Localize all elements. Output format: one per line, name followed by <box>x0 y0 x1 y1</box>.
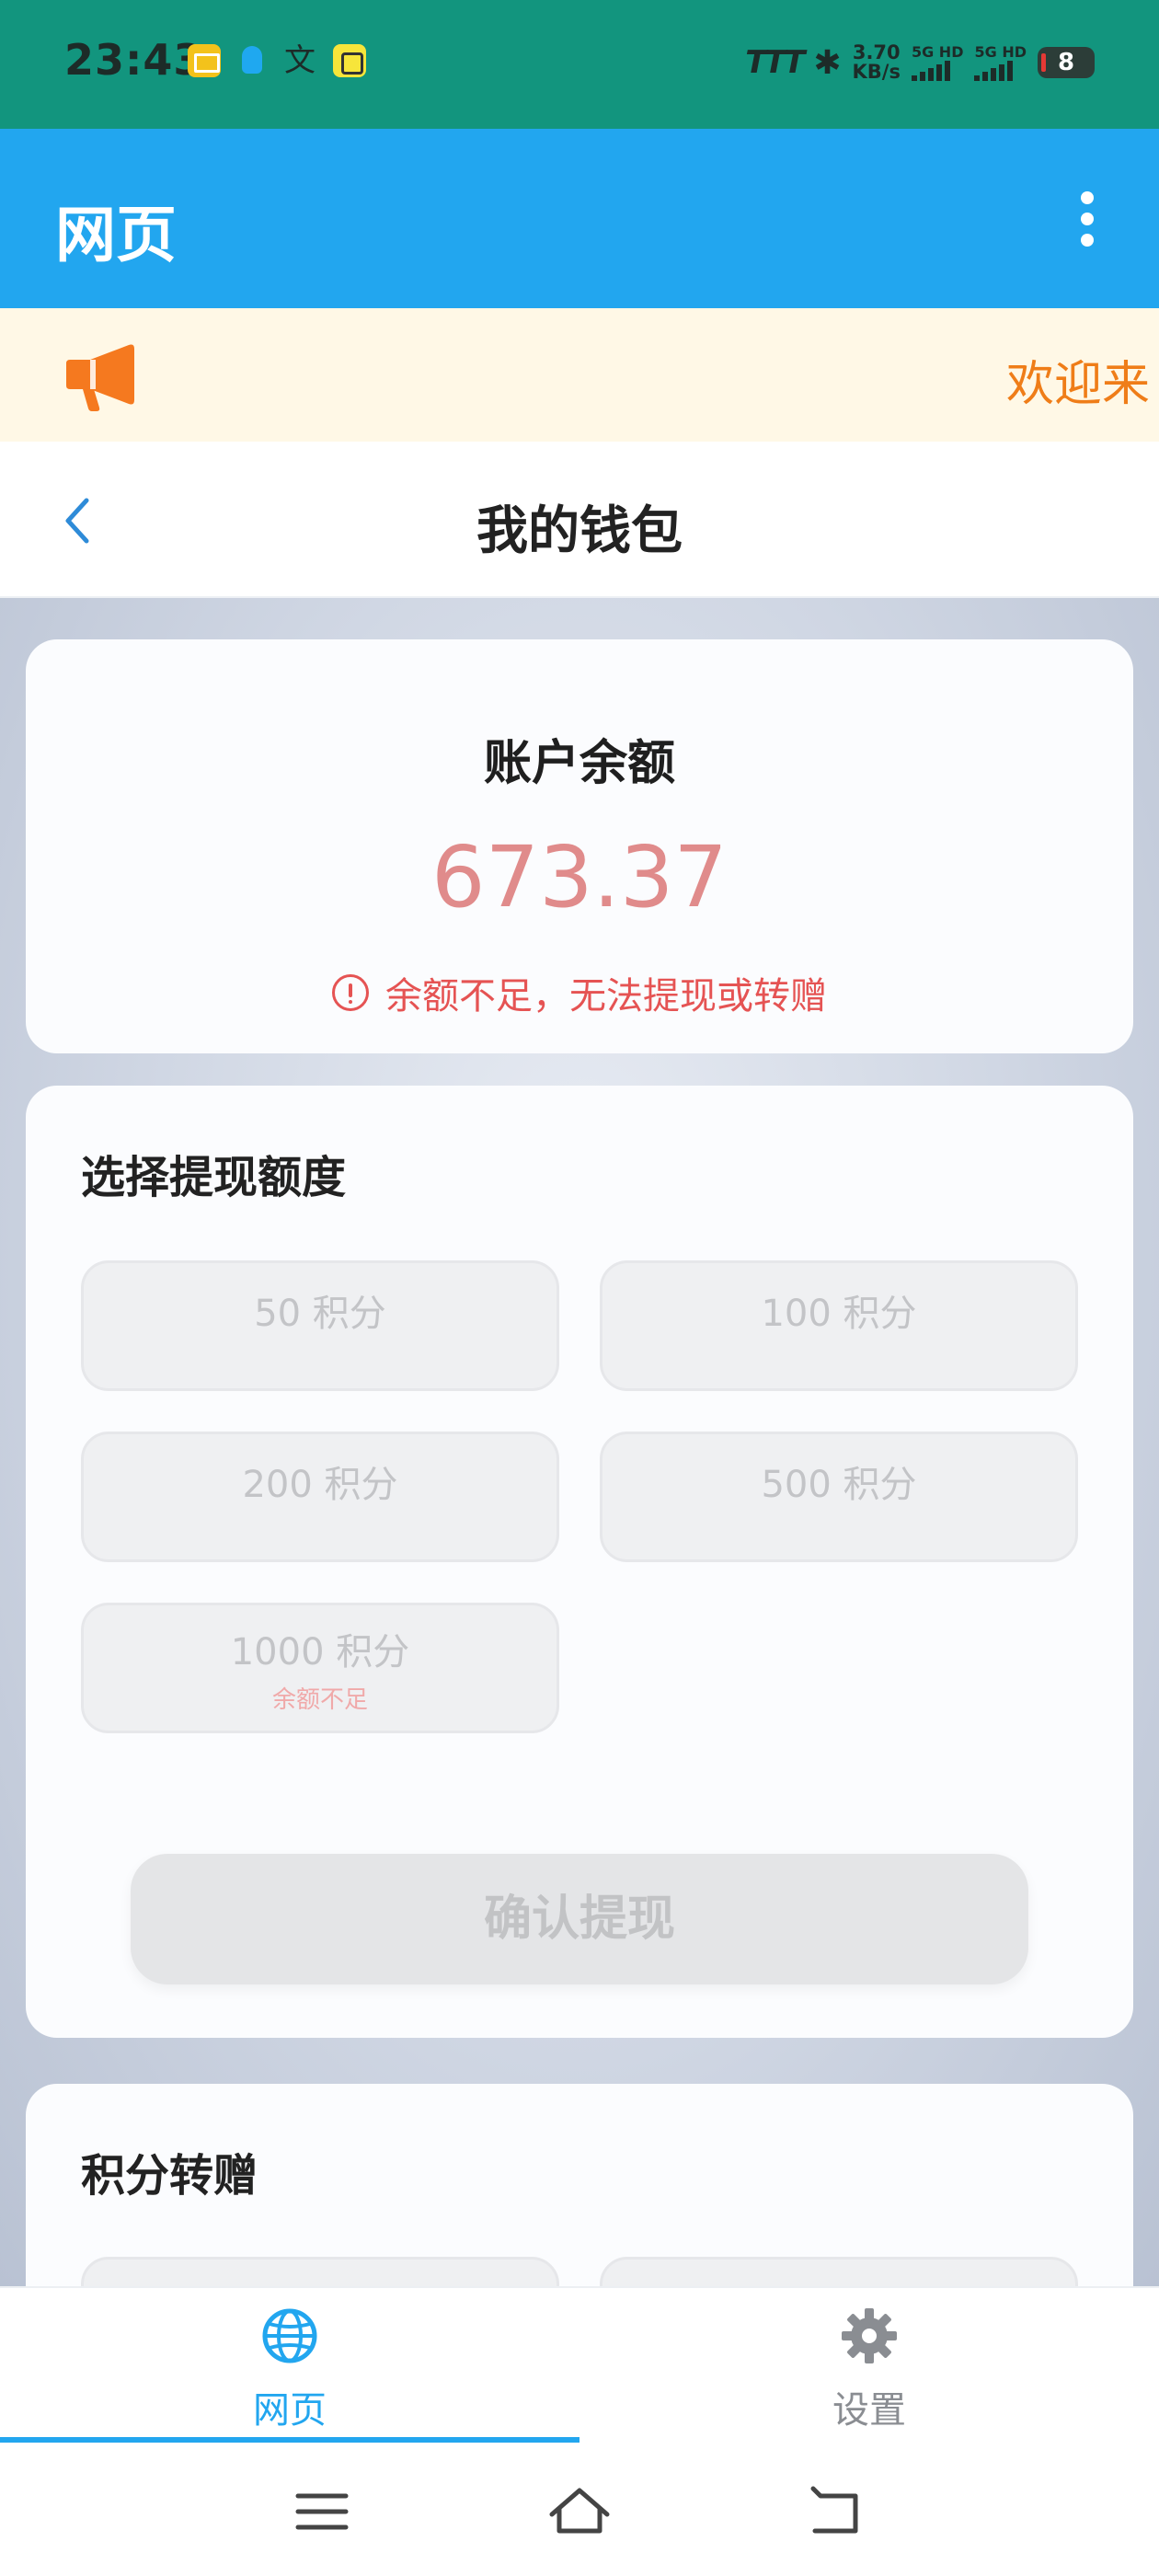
balance-warning-text: 余额不足，无法提现或转赠 <box>385 975 827 1018</box>
gear-icon <box>842 2308 897 2363</box>
status-indicators: TTT ✱ 3.70 KB/s 5G HD 5G HD 8 <box>745 37 1095 88</box>
notice-text: 欢迎来 <box>1006 357 1151 412</box>
signal-icon: 5G HD <box>974 44 1027 81</box>
app-notification-icon <box>333 44 366 77</box>
signal-icon: 5G HD <box>911 43 964 81</box>
status-time: 23:43 <box>64 35 204 85</box>
bluetooth-icon: ✱ <box>813 43 842 82</box>
mail-notification-icon <box>188 44 221 77</box>
withdraw-option-note: 余额不足 <box>271 1686 368 1714</box>
sim2-label: 5G HD <box>974 43 1027 61</box>
bottom-nav: 网页 设置 <box>0 2286 1159 2444</box>
bottom-nav-label: 设置 <box>832 2389 906 2432</box>
notice-bar[interactable]: 欢迎来 <box>0 308 1159 442</box>
page-title: 我的钱包 <box>476 501 683 561</box>
withdraw-option-500[interactable]: 500 积分 <box>600 1432 1078 1562</box>
wallet-content[interactable]: 账户余额 673.37 余额不足，无法提现或转赠 选择提现额度 50 积分 10… <box>0 598 1159 2286</box>
withdraw-option-200[interactable]: 200 积分 <box>81 1432 559 1562</box>
home-icon[interactable] <box>543 2479 616 2544</box>
back-icon[interactable] <box>800 2479 874 2544</box>
globe-icon <box>262 2308 317 2363</box>
balance-amount: 673.37 <box>431 828 728 926</box>
transfer-card: 积分转赠 <box>26 2084 1133 2286</box>
transfer-option[interactable] <box>81 2257 559 2286</box>
withdraw-option-label: 50 积分 <box>254 1293 386 1335</box>
confirm-withdraw-button[interactable]: 确认提现 <box>131 1854 1028 1984</box>
more-vertical-icon[interactable] <box>1080 191 1095 247</box>
app-bar: 网页 <box>0 129 1159 308</box>
translate-icon: 文 <box>284 42 316 79</box>
withdraw-option-label: 500 积分 <box>761 1464 917 1506</box>
network-speed-unit: KB/s <box>852 61 901 83</box>
app-title: 网页 <box>55 200 177 270</box>
menu-icon[interactable] <box>285 2479 359 2544</box>
withdraw-option-1000[interactable]: 1000 积分 余额不足 <box>81 1603 559 1733</box>
transfer-section-title: 积分转赠 <box>81 2150 258 2202</box>
bottom-nav-label: 网页 <box>253 2389 327 2432</box>
network-speed: 3.70 KB/s <box>853 43 901 82</box>
battery-icon: 8 <box>1038 47 1095 78</box>
withdraw-option-50[interactable]: 50 积分 <box>81 1260 559 1391</box>
withdraw-option-label: 100 积分 <box>761 1293 917 1335</box>
withdraw-option-label: 1000 积分 <box>230 1631 410 1673</box>
withdraw-card: 选择提现额度 50 积分 100 积分 200 积分 500 积分 1000 积… <box>26 1086 1133 2038</box>
system-navigation-bar <box>0 2443 1159 2576</box>
balance-warning: 余额不足，无法提现或转赠 <box>26 966 1133 1019</box>
megaphone-icon <box>66 344 134 411</box>
qq-icon <box>235 44 269 77</box>
status-bar: 23:43 文 TTT ✱ 3.70 KB/s 5G HD 5G HD 8 <box>0 0 1159 129</box>
transfer-option[interactable] <box>600 2257 1078 2286</box>
withdraw-section-title: 选择提现额度 <box>81 1152 347 1203</box>
withdraw-option-100[interactable]: 100 积分 <box>600 1260 1078 1391</box>
network-speed-value: 3.70 <box>852 41 901 63</box>
bottom-nav-web[interactable]: 网页 <box>0 2288 580 2444</box>
sim1-label: 5G HD <box>911 43 964 61</box>
alert-circle-icon <box>332 974 369 1011</box>
carrier-logo: TTT <box>745 44 805 81</box>
page-header: 我的钱包 <box>0 442 1159 598</box>
bottom-nav-settings[interactable]: 设置 <box>580 2288 1159 2444</box>
withdraw-option-label: 200 积分 <box>242 1464 398 1506</box>
balance-title: 账户余额 <box>483 736 675 791</box>
balance-card: 账户余额 673.37 余额不足，无法提现或转赠 <box>26 639 1133 1053</box>
